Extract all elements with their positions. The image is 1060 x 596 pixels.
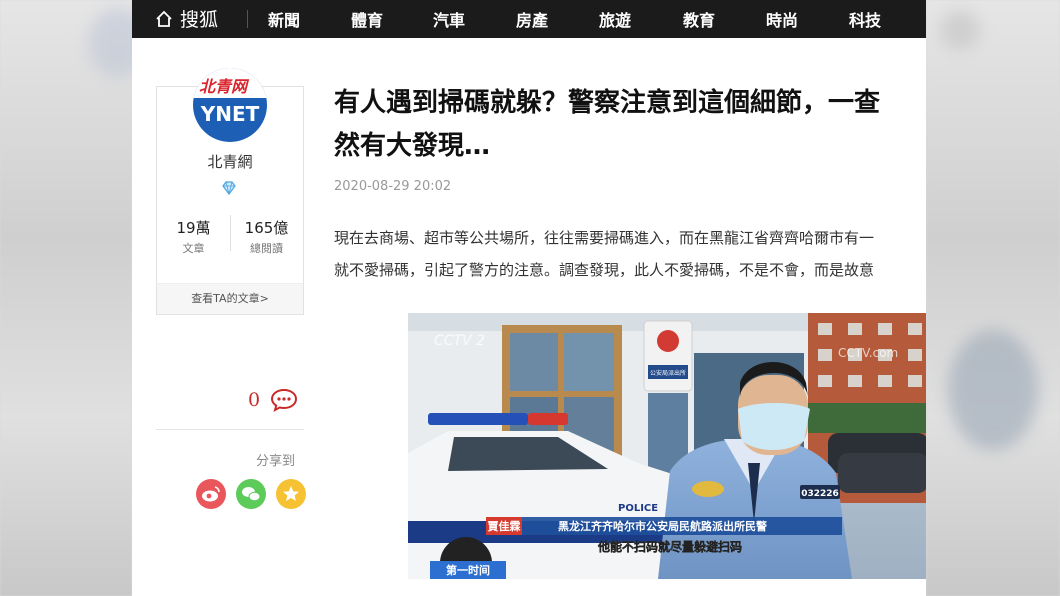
background-right-blur [926, 0, 1060, 596]
articles-count: 19萬 [176, 219, 211, 237]
station-sign-text: 公安局派出所 [650, 369, 686, 377]
top-nav-bar: 搜狐 新聞 體育 汽車 房產 旅遊 教育 時尚 科技 [132, 0, 926, 38]
favorite-star-icon[interactable] [276, 479, 306, 509]
publish-date: 2020-08-29 20:02 [334, 179, 452, 194]
logo-english-text: YNET [200, 102, 260, 126]
share-icons [196, 479, 306, 509]
weibo-share-icon[interactable] [196, 479, 226, 509]
reads-count: 165億 [244, 219, 289, 237]
reads-label: 總閱讀 [250, 242, 283, 255]
video-screenshot[interactable]: 公安局派出所 POLICE 032226 賈佳霖 黑龙江齐齐哈尔市公安局民航路派… [408, 313, 926, 579]
nav-item-education[interactable]: 教育 [683, 7, 715, 31]
article-title-line: 有人遇到掃碼就躲？警察注意到這個細節，一查 [334, 88, 881, 118]
background-blob [948, 330, 1038, 450]
article-title: 有人遇到掃碼就躲？警察注意到這個細節，一查 然有大發現… [334, 82, 926, 168]
nav-item-news[interactable]: 新聞 [268, 7, 300, 31]
share-label: 分享到 [256, 454, 296, 469]
articles-stat: 19萬 文章 [157, 217, 230, 256]
comment-count: 0 [248, 389, 261, 411]
verified-diamond-icon [222, 181, 236, 195]
news-video-frame: 公安局派出所 POLICE 032226 賈佳霖 黑龙江齐齐哈尔市公安局民航路派… [408, 313, 926, 579]
video-subtitle: 他能不扫码就尽量躲避扫码 [597, 539, 742, 554]
nav-item-travel[interactable]: 旅遊 [599, 7, 631, 31]
author-card: 北青网 YNET 北青網 19萬 文章 165億 總閱讀 查看TA的文章> [156, 68, 304, 315]
background-left-blur [0, 0, 132, 596]
articles-label: 文章 [182, 242, 205, 255]
article-page: 搜狐 新聞 體育 汽車 房產 旅遊 教育 時尚 科技 北青网 YNET 北青網 … [132, 0, 926, 596]
nav-item-sports[interactable]: 體育 [351, 7, 383, 31]
person-title-caption: 黑龙江齐齐哈尔市公安局民航路派出所民警 [558, 519, 767, 533]
nav-item-realestate[interactable]: 房產 [516, 7, 548, 31]
author-name[interactable]: 北青網 [157, 151, 303, 172]
watermark: CCTV.com [838, 346, 898, 360]
person-name-caption: 賈佳霖 [488, 519, 521, 533]
reads-stat: 165億 總閱讀 [230, 217, 303, 256]
view-author-articles-link[interactable]: 查看TA的文章> [157, 283, 303, 314]
wechat-share-icon[interactable] [236, 479, 266, 509]
sidebar-divider [156, 429, 304, 430]
background-blob [940, 10, 980, 50]
article-paragraph-line: 就不愛掃碼，引起了警方的注意。調查發現，此人不愛掃碼，不是不會，而是故意 [334, 261, 875, 279]
home-icon [156, 10, 172, 27]
nav-item-tech[interactable]: 科技 [849, 7, 881, 31]
article-body: 現在去商場、超市等公共場所，往往需要掃碼進入，而在黑龍江省齊齊哈爾市有一 就不愛… [334, 222, 926, 286]
car-text: POLICE [618, 503, 658, 514]
home-link[interactable]: 搜狐 [154, 5, 218, 32]
author-logo[interactable]: 北青网 YNET [193, 68, 267, 142]
nav-separator [247, 10, 248, 28]
brand-label: 搜狐 [180, 9, 219, 31]
badge-number: 032226 [801, 489, 839, 499]
comment-bubble-icon[interactable] [270, 388, 298, 412]
comment-widget[interactable]: 0 [248, 388, 298, 412]
program-name: 第一时间 [446, 563, 490, 577]
article-paragraph-line: 現在去商場、超市等公共場所，往往需要掃碼進入，而在黑龍江省齊齊哈爾市有一 [334, 229, 875, 247]
nav-item-auto[interactable]: 汽車 [433, 7, 465, 31]
nav-item-fashion[interactable]: 時尚 [766, 7, 798, 31]
channel-logo: CCTV 2 [434, 333, 485, 349]
article-title-line: 然有大發現… [334, 131, 491, 161]
logo-chinese-text: 北青网 [199, 77, 248, 96]
